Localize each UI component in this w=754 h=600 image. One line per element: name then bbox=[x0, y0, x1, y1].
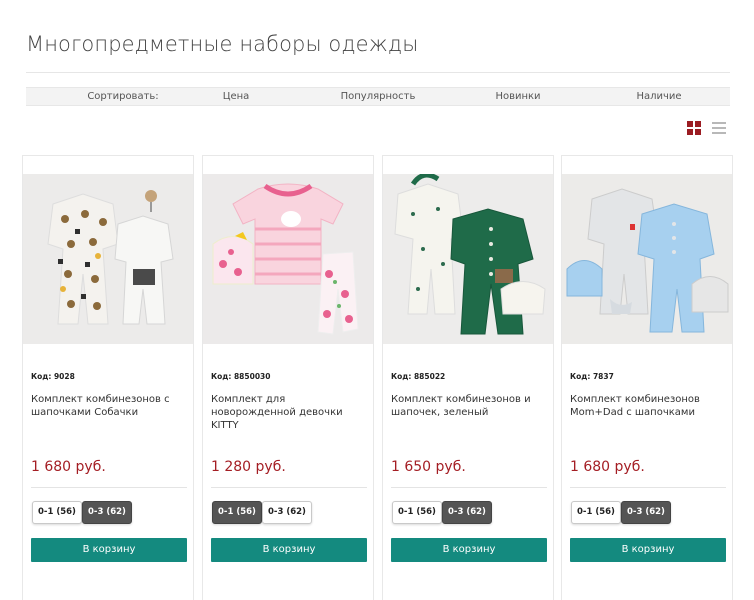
card-divider bbox=[570, 487, 726, 488]
sort-label: Сортировать: bbox=[87, 91, 159, 102]
grid-view-icon[interactable] bbox=[687, 121, 701, 135]
product-price: 1 650 руб. bbox=[391, 459, 466, 475]
size-option-0-1[interactable]: 0-1 (56) bbox=[32, 501, 82, 524]
title-divider bbox=[26, 72, 730, 73]
product-card: Код: 9028 Комплект комбинезонов с шапочк… bbox=[22, 155, 194, 600]
product-price: 1 680 руб. bbox=[570, 459, 645, 475]
size-option-0-1[interactable]: 0-1 (56) bbox=[571, 501, 621, 524]
size-option-0-3[interactable]: 0-3 (62) bbox=[621, 501, 671, 524]
product-card: Код: 885022 Комплект комбинезонов и шапо… bbox=[382, 155, 554, 600]
product-name[interactable]: Комплект комбинезонов Mom+Dad с шапочкам… bbox=[570, 393, 728, 419]
list-view-icon[interactable] bbox=[712, 122, 726, 134]
size-option-0-1[interactable]: 0-1 (56) bbox=[212, 501, 262, 524]
product-photo-green-set bbox=[383, 174, 553, 344]
product-code: Код: 8850030 bbox=[211, 372, 271, 381]
product-price: 1 680 руб. bbox=[31, 459, 106, 475]
product-image[interactable] bbox=[203, 174, 373, 344]
product-card: Код: 7837 Комплект комбинезонов Mom+Dad … bbox=[561, 155, 733, 600]
add-to-cart-button[interactable]: В корзину bbox=[391, 538, 547, 562]
add-to-cart-button[interactable]: В корзину bbox=[31, 538, 187, 562]
size-option-0-1[interactable]: 0-1 (56) bbox=[392, 501, 442, 524]
product-photo-kitty-set bbox=[203, 174, 373, 344]
card-divider bbox=[391, 487, 547, 488]
add-to-cart-button[interactable]: В корзину bbox=[211, 538, 367, 562]
product-image[interactable] bbox=[383, 174, 553, 344]
product-image[interactable] bbox=[562, 174, 732, 344]
card-divider bbox=[211, 487, 367, 488]
product-price: 1 280 руб. bbox=[211, 459, 286, 475]
product-code: Код: 9028 bbox=[31, 372, 75, 381]
size-option-0-3[interactable]: 0-3 (62) bbox=[442, 501, 492, 524]
product-photo-onesies-dogs bbox=[23, 174, 193, 344]
card-divider bbox=[31, 487, 187, 488]
size-option-0-3[interactable]: 0-3 (62) bbox=[262, 501, 312, 524]
sort-by-new[interactable]: Новинки bbox=[495, 91, 540, 102]
product-image[interactable] bbox=[23, 174, 193, 344]
product-card: Код: 8850030 Комплект для новорожденной … bbox=[202, 155, 374, 600]
product-code: Код: 7837 bbox=[570, 372, 614, 381]
product-photo-mom-dad-set bbox=[562, 174, 732, 344]
sort-by-availability[interactable]: Наличие bbox=[636, 91, 681, 102]
page-title: Многопредметные наборы одежды bbox=[26, 32, 419, 56]
product-name[interactable]: Комплект комбинезонов и шапочек, зеленый bbox=[391, 393, 549, 419]
sort-by-price[interactable]: Цена bbox=[223, 91, 250, 102]
product-name[interactable]: Комплект для новорожденной девочки KITTY bbox=[211, 393, 369, 432]
product-code: Код: 885022 bbox=[391, 372, 446, 381]
product-name[interactable]: Комплект комбинезонов с шапочками Собачк… bbox=[31, 393, 189, 419]
size-option-0-3[interactable]: 0-3 (62) bbox=[82, 501, 132, 524]
sort-bar: Сортировать: Цена Популярность Новинки Н… bbox=[26, 87, 730, 106]
sort-by-popularity[interactable]: Популярность bbox=[341, 91, 416, 102]
add-to-cart-button[interactable]: В корзину bbox=[570, 538, 726, 562]
